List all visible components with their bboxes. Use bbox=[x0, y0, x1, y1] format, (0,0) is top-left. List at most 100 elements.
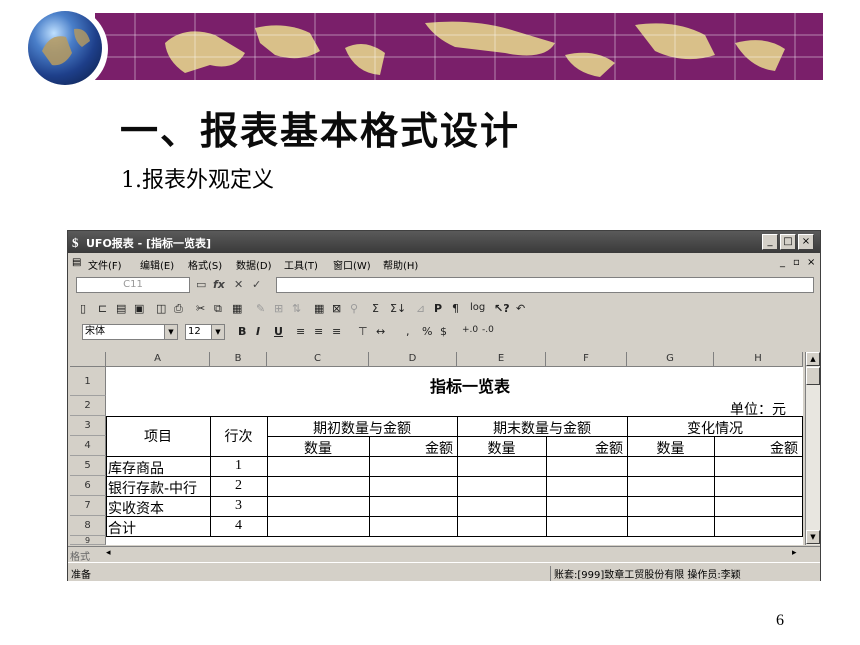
format-painter-icon[interactable]: ✎ bbox=[256, 302, 265, 315]
header-closing-cell[interactable]: 期末数量与金额 bbox=[457, 418, 627, 438]
print-icon[interactable]: ⎙ bbox=[174, 302, 183, 316]
mdi-minimize-button[interactable]: _ bbox=[780, 257, 785, 268]
cell-reference-box[interactable]: C11 bbox=[76, 277, 190, 293]
paste-icon[interactable]: ▦ bbox=[232, 302, 242, 315]
column-header[interactable]: E bbox=[457, 352, 546, 367]
column-header[interactable]: B bbox=[210, 352, 267, 367]
font-name-select[interactable]: 宋体 ▼ bbox=[82, 324, 178, 340]
item-line-cell[interactable]: 4 bbox=[210, 518, 267, 534]
mdi-close-button[interactable]: × bbox=[807, 257, 815, 268]
thousands-icon[interactable]: , bbox=[406, 325, 410, 338]
decrease-decimal-icon[interactable]: -.0 bbox=[482, 325, 494, 335]
italic-icon[interactable]: I bbox=[256, 325, 260, 338]
header-amount-cell[interactable]: 金额 bbox=[714, 438, 798, 458]
grid-icon[interactable]: ⊠ bbox=[332, 302, 341, 315]
row-header[interactable]: 6 bbox=[70, 476, 106, 496]
column-header[interactable]: H bbox=[714, 352, 803, 367]
open-icon[interactable]: ⊏ bbox=[98, 302, 107, 315]
menu-data[interactable]: 数据(D) bbox=[236, 257, 272, 272]
menu-help[interactable]: 帮助(H) bbox=[383, 257, 418, 272]
column-header[interactable]: C bbox=[267, 352, 369, 367]
table-icon[interactable]: ▦ bbox=[314, 302, 324, 315]
align-right-icon[interactable]: ≡ bbox=[332, 325, 341, 338]
log-icon[interactable]: log bbox=[470, 302, 485, 313]
select-all-corner[interactable] bbox=[70, 352, 106, 367]
chevron-down-icon[interactable]: ▼ bbox=[211, 325, 224, 339]
scroll-left-icon[interactable]: ◂ bbox=[106, 548, 111, 558]
sum-range-icon[interactable]: Σ↓ bbox=[390, 302, 406, 315]
function-wizard-icon[interactable]: ▭ bbox=[196, 278, 206, 291]
cut-icon[interactable]: ✂ bbox=[196, 302, 205, 315]
horizontal-fit-icon[interactable]: ↔ bbox=[376, 325, 385, 338]
item-name-cell[interactable]: 实收资本 bbox=[108, 498, 164, 518]
fx-icon[interactable]: fx bbox=[213, 278, 225, 291]
header-qty-cell[interactable]: 数量 bbox=[627, 438, 714, 458]
row-header[interactable]: 8 bbox=[70, 516, 106, 536]
item-name-cell[interactable]: 合计 bbox=[108, 518, 136, 538]
insert-icon[interactable]: ⊞ bbox=[274, 302, 283, 315]
header-amount-cell[interactable]: 金额 bbox=[546, 438, 623, 458]
row-header[interactable]: 9 bbox=[70, 536, 106, 545]
calculator-icon[interactable]: ¶ bbox=[452, 302, 459, 315]
header-opening-cell[interactable]: 期初数量与金额 bbox=[267, 418, 457, 438]
scroll-down-icon[interactable]: ▼ bbox=[806, 530, 820, 544]
sum-icon[interactable]: Σ bbox=[372, 302, 379, 315]
unit-cell[interactable]: 单位：元 bbox=[714, 399, 802, 419]
item-name-cell[interactable]: 银行存款-中行 bbox=[108, 478, 197, 498]
header-change-cell[interactable]: 变化情况 bbox=[627, 418, 803, 438]
row-header[interactable]: 2 bbox=[70, 396, 106, 416]
minimize-button[interactable]: _ bbox=[762, 234, 778, 250]
font-size-select[interactable]: 12 ▼ bbox=[185, 324, 225, 340]
mode-label[interactable]: 格式 bbox=[70, 548, 90, 563]
column-header[interactable]: A bbox=[106, 352, 210, 367]
scroll-right-icon[interactable]: ▸ bbox=[792, 548, 797, 558]
item-line-cell[interactable]: 2 bbox=[210, 478, 267, 494]
p-icon[interactable]: P bbox=[434, 302, 442, 315]
menu-tools[interactable]: 工具(T) bbox=[284, 257, 318, 272]
header-item-cell[interactable]: 项目 bbox=[106, 426, 210, 446]
mdi-restore-button[interactable]: ▫ bbox=[793, 257, 800, 268]
header-line-cell[interactable]: 行次 bbox=[210, 426, 267, 446]
menu-format[interactable]: 格式(S) bbox=[188, 257, 222, 272]
menu-file[interactable]: 文件(F) bbox=[88, 257, 122, 272]
vertical-align-icon[interactable]: ⊤ bbox=[358, 325, 368, 338]
increase-decimal-icon[interactable]: +.0 bbox=[462, 325, 478, 335]
column-header[interactable]: D bbox=[369, 352, 457, 367]
item-line-cell[interactable]: 3 bbox=[210, 498, 267, 514]
vertical-scrollbar[interactable]: ▲ ▼ bbox=[805, 352, 820, 545]
align-center-icon[interactable]: ≡ bbox=[314, 325, 323, 338]
header-qty-cell[interactable]: 数量 bbox=[267, 438, 369, 458]
row-header[interactable]: 5 bbox=[70, 456, 106, 476]
close-button[interactable]: × bbox=[798, 234, 814, 250]
menu-edit[interactable]: 编辑(E) bbox=[140, 257, 174, 272]
scroll-up-icon[interactable]: ▲ bbox=[806, 352, 820, 366]
row-header[interactable]: 7 bbox=[70, 496, 106, 516]
undo-icon[interactable]: ↶ bbox=[516, 302, 525, 315]
header-amount-cell[interactable]: 金额 bbox=[369, 438, 453, 458]
row-header[interactable]: 3 bbox=[70, 416, 106, 436]
help-pointer-icon[interactable]: ↖? bbox=[494, 302, 510, 315]
item-name-cell[interactable]: 库存商品 bbox=[108, 458, 164, 478]
copy-icon[interactable]: ⧉ bbox=[214, 302, 222, 316]
open-doc-icon[interactable]: ▤ bbox=[116, 302, 126, 315]
column-header[interactable]: F bbox=[546, 352, 627, 367]
chart-icon[interactable]: ⊿ bbox=[416, 302, 425, 315]
print-preview-icon[interactable]: ◫ bbox=[156, 302, 166, 315]
new-icon[interactable]: ▯ bbox=[80, 302, 86, 315]
menu-window[interactable]: 窗口(W) bbox=[333, 257, 371, 272]
align-left-icon[interactable]: ≡ bbox=[296, 325, 305, 338]
accept-formula-icon[interactable]: ✓ bbox=[252, 278, 261, 291]
underline-icon[interactable]: U bbox=[274, 325, 283, 338]
find-icon[interactable]: ⚲ bbox=[350, 302, 358, 315]
cancel-formula-icon[interactable]: ✕ bbox=[234, 278, 243, 291]
row-header[interactable]: 1 bbox=[70, 367, 106, 396]
formula-input[interactable] bbox=[276, 277, 814, 293]
bold-icon[interactable]: B bbox=[238, 325, 246, 338]
report-title-cell[interactable]: 指标一览表 bbox=[370, 373, 570, 397]
scroll-thumb[interactable] bbox=[806, 367, 820, 385]
column-header[interactable]: G bbox=[627, 352, 714, 367]
currency-icon[interactable]: $ bbox=[440, 325, 447, 338]
percent-icon[interactable]: % bbox=[422, 325, 432, 338]
row-header[interactable]: 4 bbox=[70, 436, 106, 456]
save-icon[interactable]: ▣ bbox=[134, 302, 144, 315]
